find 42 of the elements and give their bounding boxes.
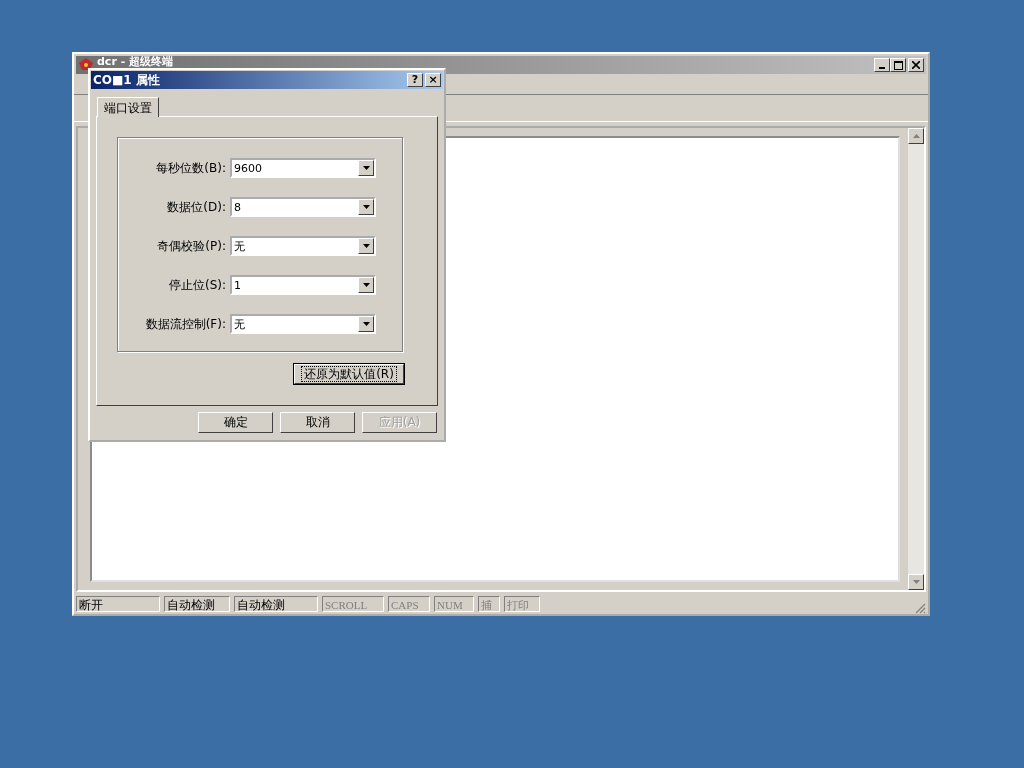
window-title: dcr - 超级终端 bbox=[97, 56, 174, 68]
dropdown-arrow-icon bbox=[362, 166, 370, 170]
field-label: 数据流控制(F): bbox=[145, 315, 226, 333]
restore-defaults-button[interactable]: 还原为默认值(R) bbox=[294, 364, 404, 384]
close-button[interactable]: × bbox=[425, 73, 441, 87]
dialog-button[interactable]: 确定 bbox=[198, 412, 273, 433]
status-cell: SCROLL bbox=[322, 596, 384, 612]
dropdown-field[interactable]: 8 bbox=[230, 197, 376, 217]
dialog-title: CO■1 属性 bbox=[93, 71, 160, 89]
dropdown-field[interactable]: 1 bbox=[230, 275, 376, 295]
field-label: 停止位(S): bbox=[168, 276, 226, 294]
down-arrow-icon bbox=[912, 580, 920, 584]
scroll-down-button[interactable] bbox=[908, 574, 924, 590]
dropdown-arrow-icon bbox=[362, 283, 370, 287]
dropdown-field[interactable]: 无 bbox=[230, 314, 376, 334]
status-cell: 断开 bbox=[76, 596, 160, 612]
scrollbar[interactable] bbox=[908, 128, 924, 590]
dropdown-arrow-icon bbox=[362, 322, 370, 326]
status-cell: NUM bbox=[434, 596, 474, 612]
help-button[interactable]: ? bbox=[407, 73, 423, 87]
dropdown-arrow-icon bbox=[362, 244, 370, 248]
dropdown-field[interactable]: 9600 bbox=[230, 158, 376, 178]
maximize-icon bbox=[893, 60, 903, 70]
dropdown-arrow-icon bbox=[362, 205, 370, 209]
status-cell: 自动检测 bbox=[164, 596, 230, 612]
dropdown-field[interactable]: 无 bbox=[230, 236, 376, 256]
close-icon bbox=[912, 61, 920, 69]
field-label: 数据位(D): bbox=[167, 198, 226, 216]
tab[interactable]: 端口设置 bbox=[97, 97, 159, 117]
status-cell: 自动检测 bbox=[234, 596, 318, 612]
resize-grip-icon[interactable] bbox=[914, 602, 926, 614]
status-cell: 捕 bbox=[478, 596, 500, 612]
field-label: 每秒位数(B): bbox=[156, 159, 226, 177]
close-button[interactable] bbox=[908, 58, 924, 72]
dialog-button[interactable]: 取消 bbox=[280, 412, 355, 433]
scroll-up-button[interactable] bbox=[908, 128, 924, 144]
status-cell: CAPS bbox=[388, 596, 430, 612]
maximize-button[interactable] bbox=[890, 58, 906, 72]
field-label: 奇偶校验(P): bbox=[157, 237, 226, 255]
status-cell: 打印 bbox=[504, 596, 540, 612]
minimize-button[interactable] bbox=[874, 58, 890, 72]
up-arrow-icon bbox=[912, 134, 920, 138]
